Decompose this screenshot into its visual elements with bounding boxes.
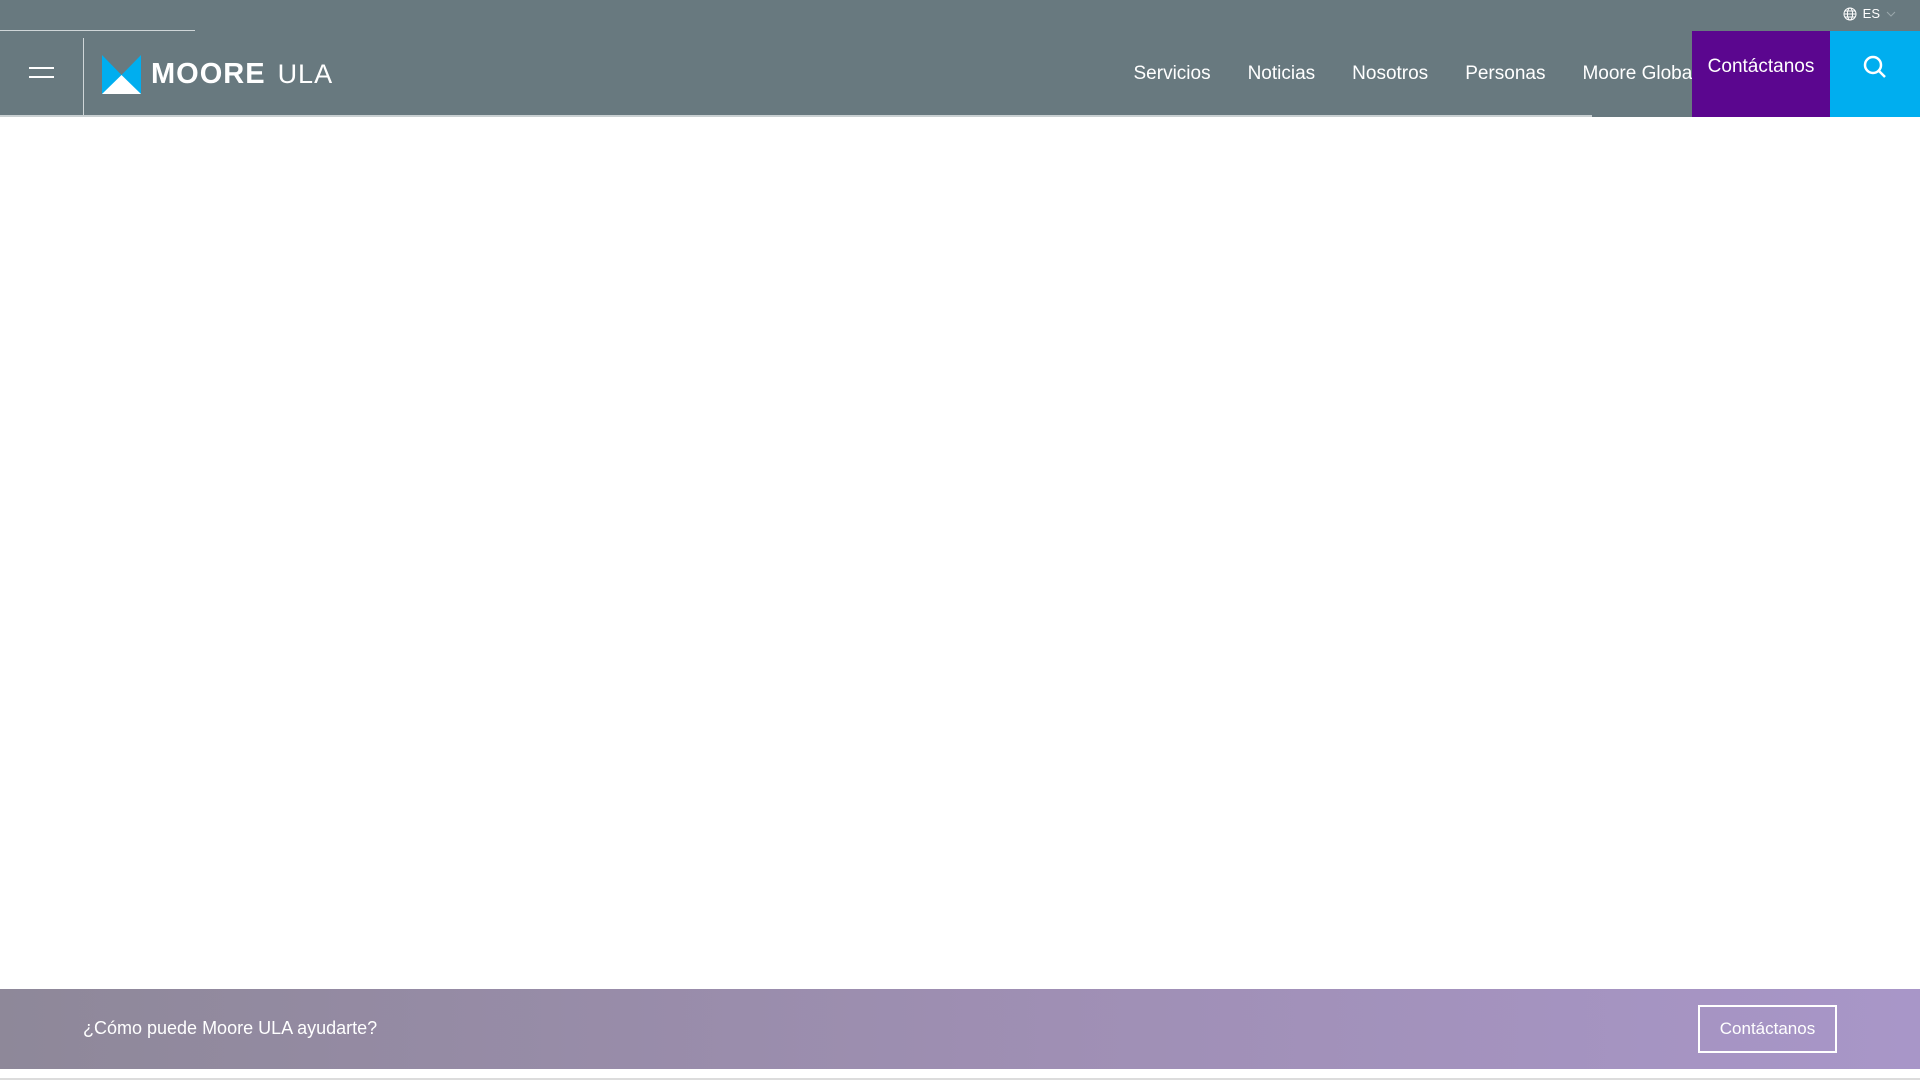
cta-question: ¿Cómo puede Moore ULA ayudarte?: [83, 1018, 378, 1038]
cta-contact-button[interactable]: Contáctanos: [1698, 1005, 1837, 1053]
logo-text: MOORE: [151, 58, 266, 90]
search-button[interactable]: [1830, 31, 1920, 117]
language-selector[interactable]: ES: [1843, 6, 1896, 21]
chevron-down-icon: [1886, 11, 1896, 17]
site-header: ES MOORE ULA Servicios Noticias Nosotros…: [0, 0, 1920, 117]
menu-button[interactable]: [29, 67, 54, 79]
language-label: ES: [1862, 6, 1880, 21]
nav-personas[interactable]: Personas: [1447, 63, 1564, 85]
globe-icon: [1843, 7, 1857, 20]
nav-nosotros[interactable]: Nosotros: [1334, 63, 1447, 85]
nav-servicios[interactable]: Servicios: [1115, 63, 1229, 85]
contact-button[interactable]: Contáctanos: [1692, 31, 1830, 117]
divider: [83, 38, 84, 116]
main-nav: Servicios Noticias Nosotros Personas Moo…: [1115, 31, 1715, 117]
logo-subtext: ULA: [277, 59, 334, 89]
top-line: [0, 30, 195, 31]
header-bottom-line: [0, 115, 1592, 117]
nav-noticias[interactable]: Noticias: [1229, 63, 1334, 85]
cta-banner: ¿Cómo puede Moore ULA ayudarte? Contácta…: [0, 989, 1920, 1069]
search-icon: [1863, 55, 1886, 78]
moore-logo-icon: [102, 55, 141, 94]
logo[interactable]: MOORE ULA: [102, 55, 333, 94]
